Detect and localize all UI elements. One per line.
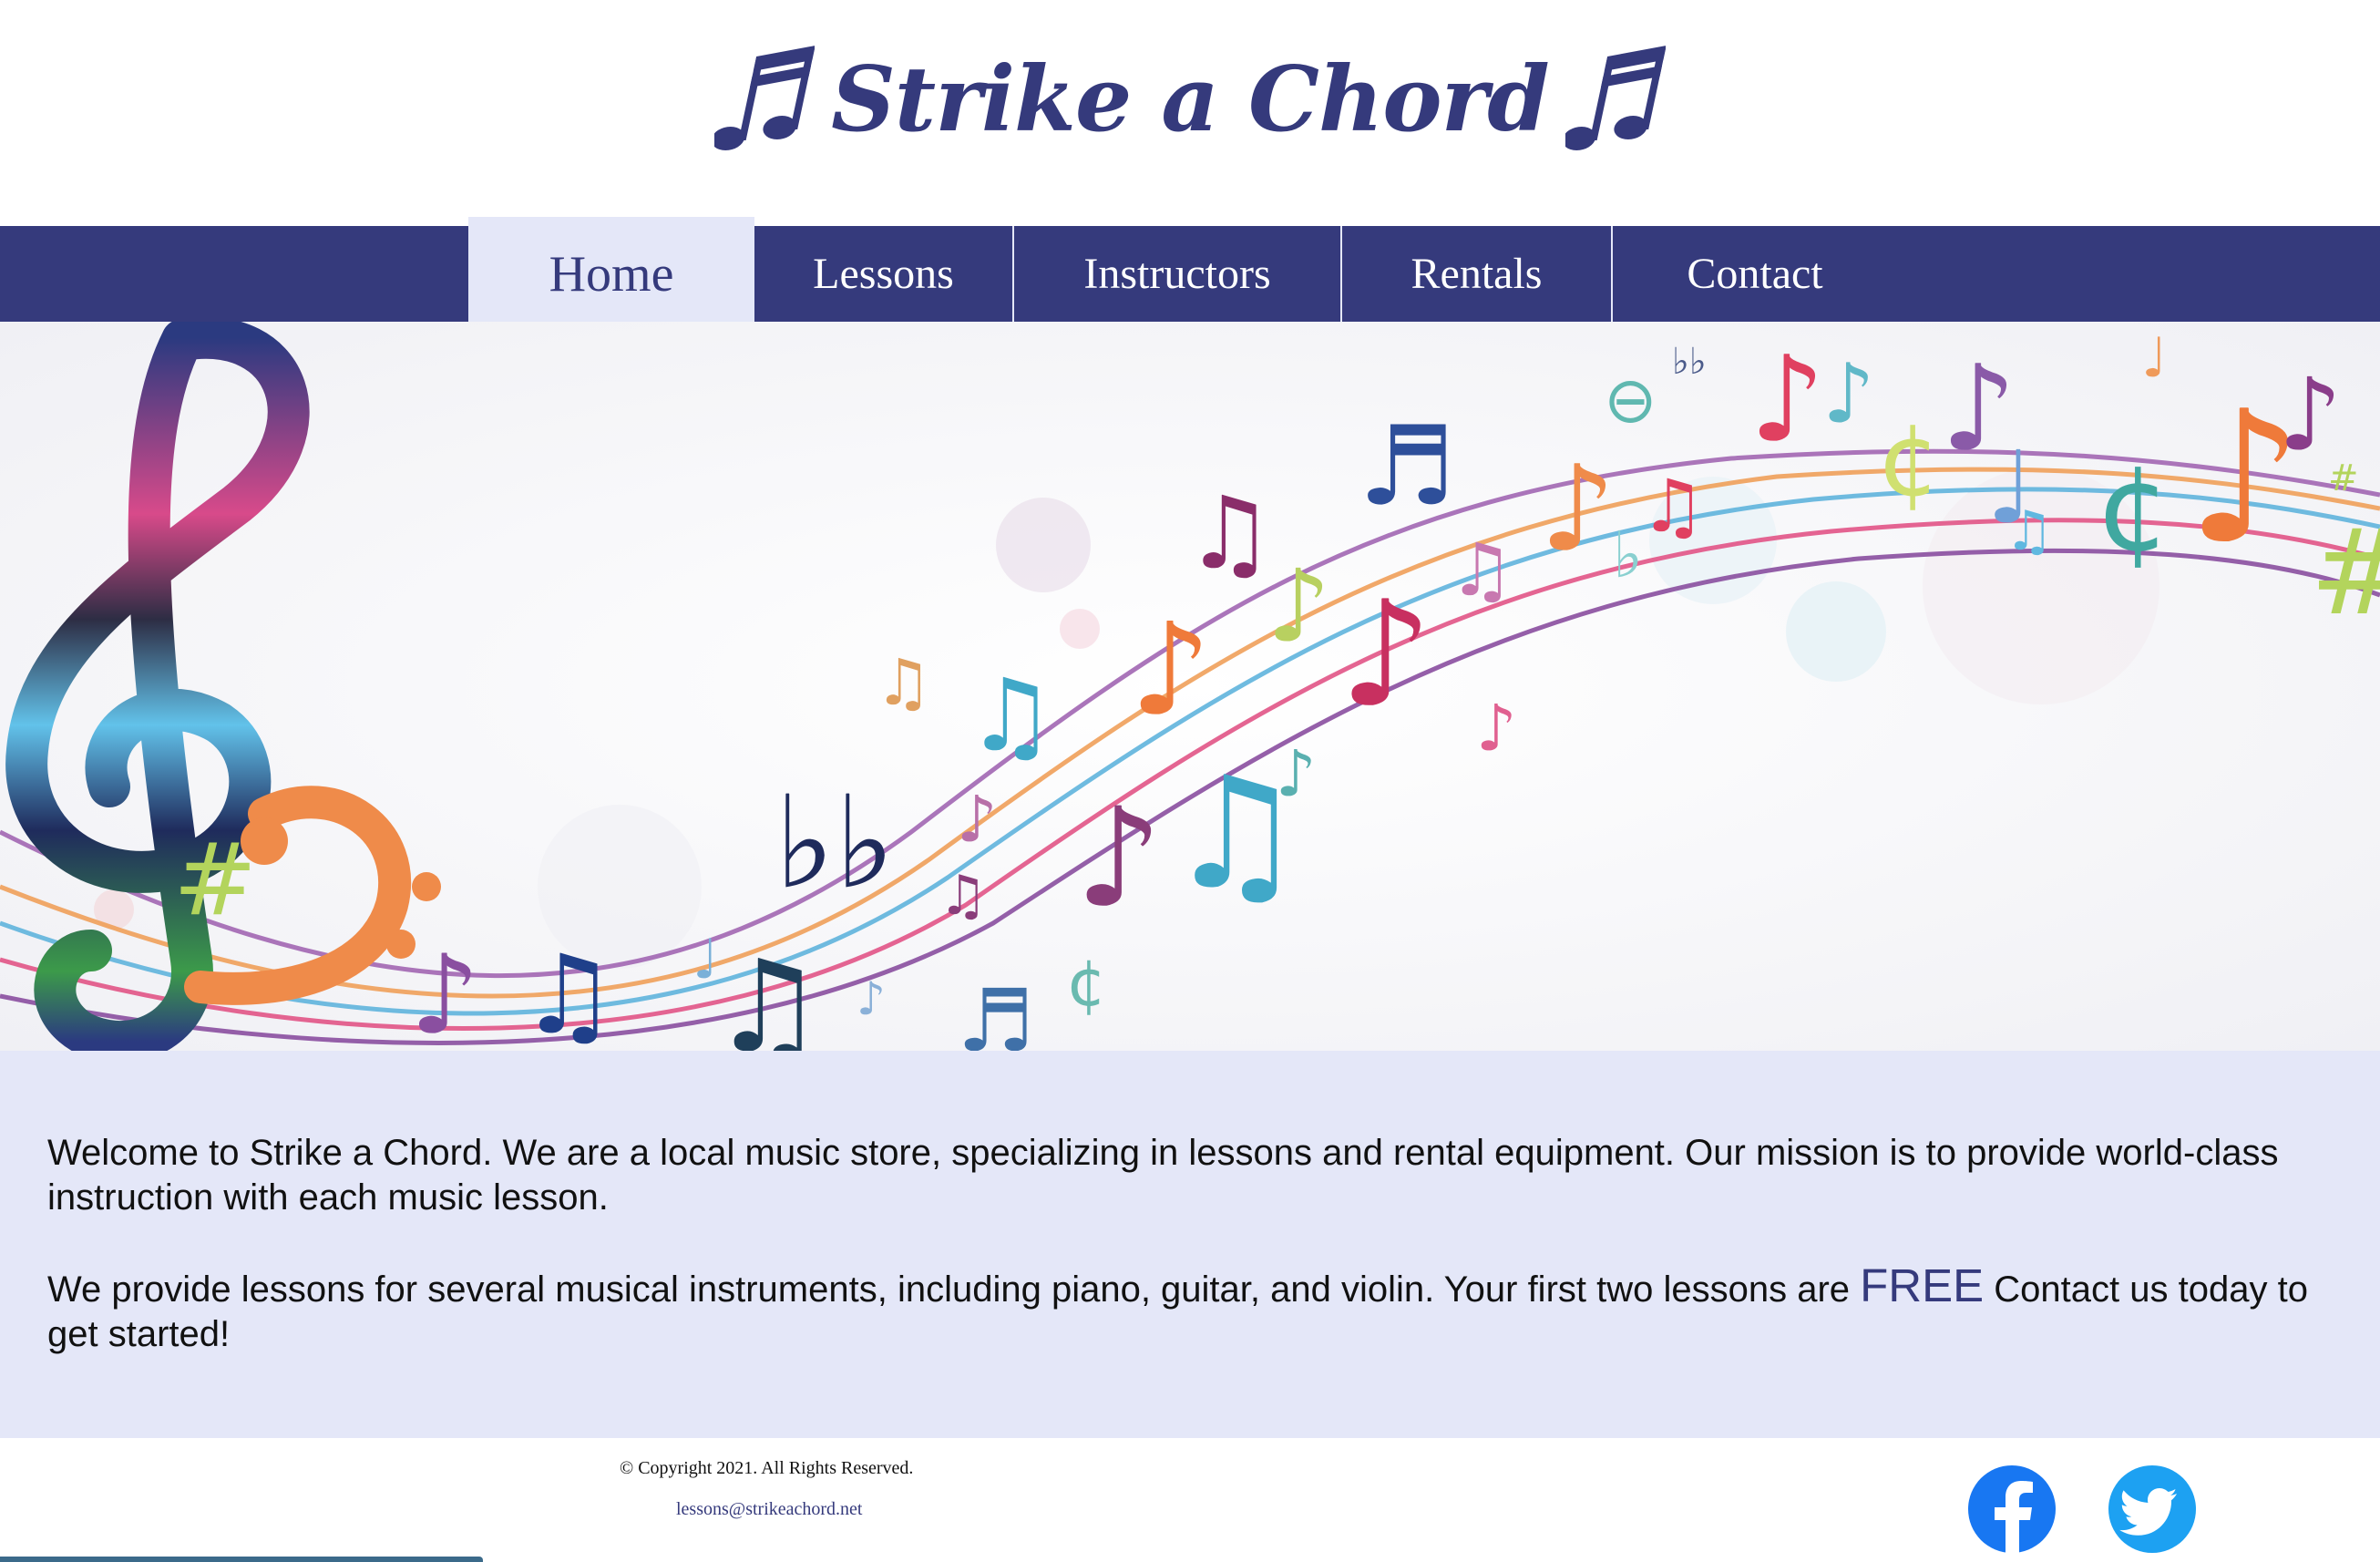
site-footer: © Copyright 2021. All Rights Reserved. l… [0, 1438, 2380, 1562]
svg-text:¢: ¢ [1066, 946, 1107, 1021]
svg-text:♪: ♪ [410, 932, 480, 1051]
svg-text:¢: ¢ [2096, 439, 2171, 578]
twitter-icon[interactable] [2107, 1464, 2198, 1555]
svg-text:♩: ♩ [2141, 326, 2167, 390]
svg-text:♫: ♫ [1640, 464, 1706, 549]
svg-text:♪: ♪ [1075, 779, 1163, 938]
page: Strike a Chord Home Lessons Instructors … [0, 0, 2380, 1562]
main-nav: Home Lessons Instructors Rentals Contact [0, 217, 2380, 331]
svg-text:♫: ♫ [939, 864, 988, 928]
free-highlight: FREE [1860, 1259, 1985, 1311]
nav-home[interactable]: Home [468, 217, 754, 331]
music-note-icon [1564, 46, 1666, 150]
music-notes-illustration: # # # ♭♭ ♭♭ ♫ ♪ ♫ ♬ ♫ ♪ ♫ ♪ ♫ ♪ ♪ ♬ ♫ ♪ [0, 322, 2380, 1051]
svg-text:⊖: ⊖ [1604, 363, 1657, 437]
facebook-icon[interactable] [1966, 1464, 2057, 1555]
svg-text:♫: ♫ [875, 645, 932, 720]
svg-text:¢: ¢ [1877, 402, 1941, 519]
nav-rentals[interactable]: Rentals [1340, 226, 1611, 322]
brand-logo-link[interactable]: Strike a Chord [714, 40, 1666, 159]
svg-text:♫: ♫ [1185, 475, 1275, 591]
svg-text:♭: ♭ [1613, 518, 1643, 592]
svg-text:♫: ♫ [1449, 528, 1514, 612]
email-link[interactable]: lessons@strikeachord.net [676, 1499, 862, 1520]
svg-text:♭♭: ♭♭ [775, 769, 895, 918]
site-title: Strike a Chord [831, 46, 1550, 152]
svg-text:♪: ♪ [1276, 736, 1317, 811]
svg-text:♩: ♩ [692, 928, 718, 992]
svg-text:♪: ♪ [857, 972, 886, 1025]
copyright-text: © Copyright 2021. All Rights Reserved. [620, 1458, 914, 1478]
svg-text:♭♭: ♭♭ [1672, 341, 1707, 383]
svg-text:♪: ♪ [1339, 569, 1432, 739]
svg-text:♫: ♫ [966, 657, 1056, 774]
svg-text:♪: ♪ [1267, 548, 1330, 664]
svg-text:♬: ♬ [957, 971, 1034, 1051]
svg-text:♪: ♪ [1540, 439, 1616, 578]
hero-banner-image: # # # ♭♭ ♭♭ ♫ ♪ ♫ ♬ ♫ ♪ ♫ ♪ ♫ ♪ ♪ ♬ ♫ ♪ [0, 322, 2380, 1051]
welcome-section: Welcome to Strike a Chord. We are a loca… [0, 1051, 2380, 1438]
svg-text:#: # [173, 821, 257, 938]
svg-text:♫: ♫ [2005, 499, 2054, 563]
scroll-indicator-bar [0, 1557, 483, 1562]
svg-text:♪: ♪ [957, 782, 998, 857]
welcome-paragraph: Welcome to Strike a Chord. We are a loca… [47, 1133, 2279, 1218]
svg-text:♪: ♪ [1822, 346, 1874, 442]
lessons-paragraph: We provide lessons for several musical i… [47, 1262, 2325, 1357]
svg-text:♪: ♪ [1476, 691, 1517, 766]
svg-text:♪: ♪ [1749, 330, 1825, 468]
music-note-icon [714, 46, 816, 150]
svg-text:♪: ♪ [2278, 356, 2342, 473]
lessons-text: We provide lessons for several musical i… [47, 1269, 1861, 1310]
svg-text:♫: ♫ [711, 933, 826, 1051]
svg-text:♪: ♪ [1130, 596, 1211, 745]
nav-lessons[interactable]: Lessons [754, 226, 1012, 322]
svg-text:♫: ♫ [519, 932, 618, 1051]
nav-contact[interactable]: Contact [1611, 226, 1897, 322]
svg-text:♬: ♬ [1358, 404, 1456, 530]
nav-instructors[interactable]: Instructors [1012, 226, 1340, 322]
site-header: Strike a Chord [0, 0, 2380, 226]
svg-text:#: # [2310, 503, 2380, 642]
